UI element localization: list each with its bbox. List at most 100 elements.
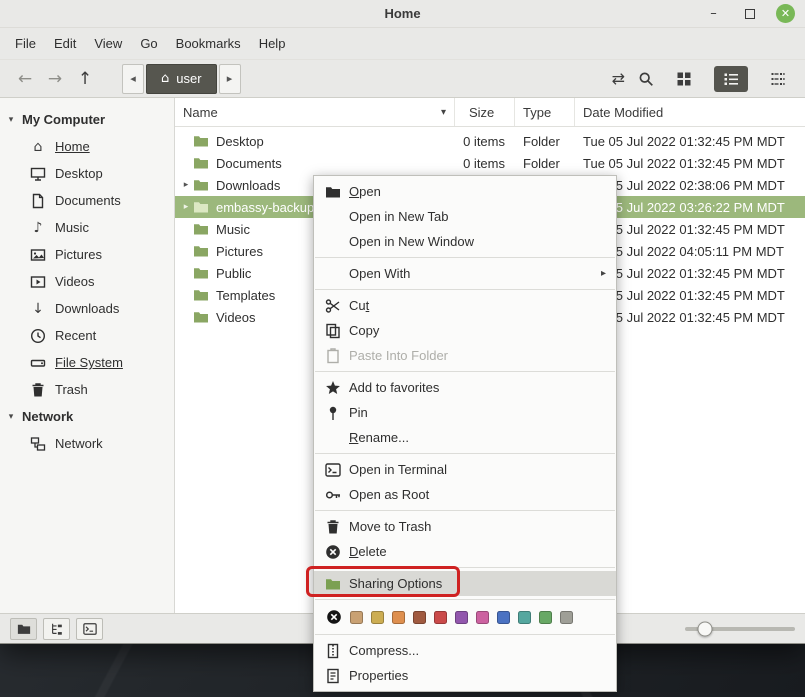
zoom-slider[interactable] <box>685 614 795 643</box>
menu-view[interactable]: View <box>85 31 131 56</box>
icon-view-button[interactable] <box>667 66 701 92</box>
zoom-slider-knob[interactable] <box>697 621 712 636</box>
close-button[interactable]: ✕ <box>776 4 795 23</box>
color-swatch[interactable] <box>371 611 384 624</box>
breadcrumb-user-button[interactable]: ⌂ user <box>146 64 217 94</box>
terminal-toggle-button[interactable] <box>76 618 103 640</box>
menu-item-open-in-new-tab[interactable]: Open in New Tab <box>314 204 616 229</box>
sidebar-item-documents[interactable]: Documents <box>0 187 174 214</box>
menu-separator <box>315 371 615 372</box>
home-icon: ⌂ <box>161 71 169 86</box>
menu-item-open-as-root[interactable]: Open as Root <box>314 482 616 507</box>
menu-item-open[interactable]: Open <box>314 179 616 204</box>
color-swatch[interactable] <box>539 611 552 624</box>
menu-item-open-with[interactable]: Open With▸ <box>314 261 616 286</box>
menu-item-open-in-new-window[interactable]: Open in New Window <box>314 229 616 254</box>
menu-item-properties[interactable]: Properties <box>314 663 616 688</box>
file-date-cell: Tue 05 Jul 2022 01:32:45 PM MDT <box>575 156 805 171</box>
menu-file[interactable]: File <box>6 31 45 56</box>
scissors-icon <box>325 298 341 314</box>
menu-item-copy[interactable]: Copy <box>314 318 616 343</box>
menu-item-open-in-terminal[interactable]: Open in Terminal <box>314 457 616 482</box>
sidebar-item-downloads[interactable]: ↓Downloads <box>0 295 174 322</box>
menu-item-label: Open in New Tab <box>349 209 449 224</box>
trash-icon <box>30 382 46 398</box>
menu-item-compress[interactable]: Compress... <box>314 638 616 663</box>
list-view-button[interactable] <box>714 66 748 92</box>
file-name-label: embassy-backup <box>216 200 314 215</box>
maximize-button[interactable] <box>740 4 759 23</box>
color-swatch[interactable] <box>560 611 573 624</box>
window-controls: – ✕ <box>704 4 805 23</box>
color-swatch[interactable] <box>413 611 426 624</box>
menu-item-sharing-options[interactable]: Sharing Options <box>314 571 616 596</box>
sidebar-item-network[interactable]: Network <box>0 430 174 457</box>
minimize-button[interactable]: – <box>704 4 723 23</box>
sidebar-item-file-system[interactable]: File System <box>0 349 174 376</box>
expander-icon[interactable]: ▸ <box>179 180 193 190</box>
menu-go[interactable]: Go <box>131 31 166 56</box>
menu-item-label: Open as Root <box>349 487 429 502</box>
up-button[interactable]: ↑ <box>70 69 100 89</box>
color-swatch[interactable] <box>434 611 447 624</box>
toolbar: ← → ↑ ◂ ⌂ user ▸ ⇄ <box>0 60 805 98</box>
forward-button[interactable]: → <box>40 69 70 89</box>
menu-item-label: Open <box>349 184 381 199</box>
search-button[interactable] <box>638 71 654 87</box>
menu-item-move-to-trash[interactable]: Move to Trash <box>314 514 616 539</box>
menu-item-label: Add to favorites <box>349 380 439 395</box>
menu-item-icon-slot <box>324 462 342 478</box>
menu-item-cut[interactable]: Cut <box>314 293 616 318</box>
toggle-location-entry-icon[interactable]: ⇄ <box>612 69 625 88</box>
compact-view-button[interactable] <box>761 66 795 92</box>
column-header-size[interactable]: Size <box>455 98 515 126</box>
menu-edit[interactable]: Edit <box>45 31 85 56</box>
sidebar-section-label: Network <box>22 409 73 424</box>
sidebar-item-label: Pictures <box>55 247 102 262</box>
color-swatch[interactable] <box>350 611 363 624</box>
titlebar[interactable]: Home – ✕ <box>0 0 805 28</box>
treeview-toggle-button[interactable] <box>43 618 70 640</box>
menu-help[interactable]: Help <box>250 31 295 56</box>
sidebar-item-music[interactable]: ♪Music <box>0 214 174 241</box>
color-swatch[interactable] <box>518 611 531 624</box>
menu-item-label: Rename... <box>349 430 409 445</box>
file-row-desktop[interactable]: Desktop0 itemsFolderTue 05 Jul 2022 01:3… <box>175 130 805 152</box>
menu-item-paste-into-folder[interactable]: Paste Into Folder <box>314 343 616 368</box>
color-swatch[interactable] <box>476 611 489 624</box>
sidebar-item-label: Downloads <box>55 301 119 316</box>
sidebar-item-trash[interactable]: Trash <box>0 376 174 403</box>
expander-icon[interactable]: ▸ <box>179 202 193 212</box>
breadcrumb-right-button[interactable]: ▸ <box>219 64 241 94</box>
column-header-date-modified[interactable]: Date Modified <box>575 98 805 126</box>
terminal-icon <box>325 462 341 478</box>
menu-item-delete[interactable]: Delete <box>314 539 616 564</box>
column-header-type[interactable]: Type <box>515 98 575 126</box>
file-name-cell: Documents <box>175 152 455 174</box>
videos-icon <box>30 274 46 290</box>
back-button[interactable]: ← <box>10 69 40 89</box>
sidebar-section-network[interactable]: ▾Network <box>0 403 174 430</box>
menu-item-add-to-favorites[interactable]: Add to favorites <box>314 375 616 400</box>
color-swatch[interactable] <box>497 611 510 624</box>
sidebar-item-home[interactable]: ⌂Home <box>0 133 174 160</box>
column-header-name[interactable]: Name▾ <box>175 98 455 126</box>
home-icon: ⌂ <box>30 140 46 154</box>
sidebar-item-recent[interactable]: Recent <box>0 322 174 349</box>
menu-bookmarks[interactable]: Bookmarks <box>167 31 250 56</box>
sidebar-item-pictures[interactable]: Pictures <box>0 241 174 268</box>
file-row-documents[interactable]: Documents0 itemsFolderTue 05 Jul 2022 01… <box>175 152 805 174</box>
color-swatch[interactable] <box>392 611 405 624</box>
menu-item-rename[interactable]: Rename... <box>314 425 616 450</box>
menu-item-label: Open With <box>349 266 410 281</box>
breadcrumb-left-button[interactable]: ◂ <box>122 64 144 94</box>
places-toggle-button[interactable] <box>10 618 37 640</box>
sidebar-section-my-computer[interactable]: ▾My Computer <box>0 106 174 133</box>
file-name-label: Music <box>216 222 250 237</box>
sidebar-item-desktop[interactable]: Desktop <box>0 160 174 187</box>
sidebar-item-label: Documents <box>55 193 121 208</box>
menu-item-pin[interactable]: Pin <box>314 400 616 425</box>
sidebar-item-videos[interactable]: Videos <box>0 268 174 295</box>
color-swatch[interactable] <box>455 611 468 624</box>
clear-color-icon[interactable] <box>326 609 342 625</box>
